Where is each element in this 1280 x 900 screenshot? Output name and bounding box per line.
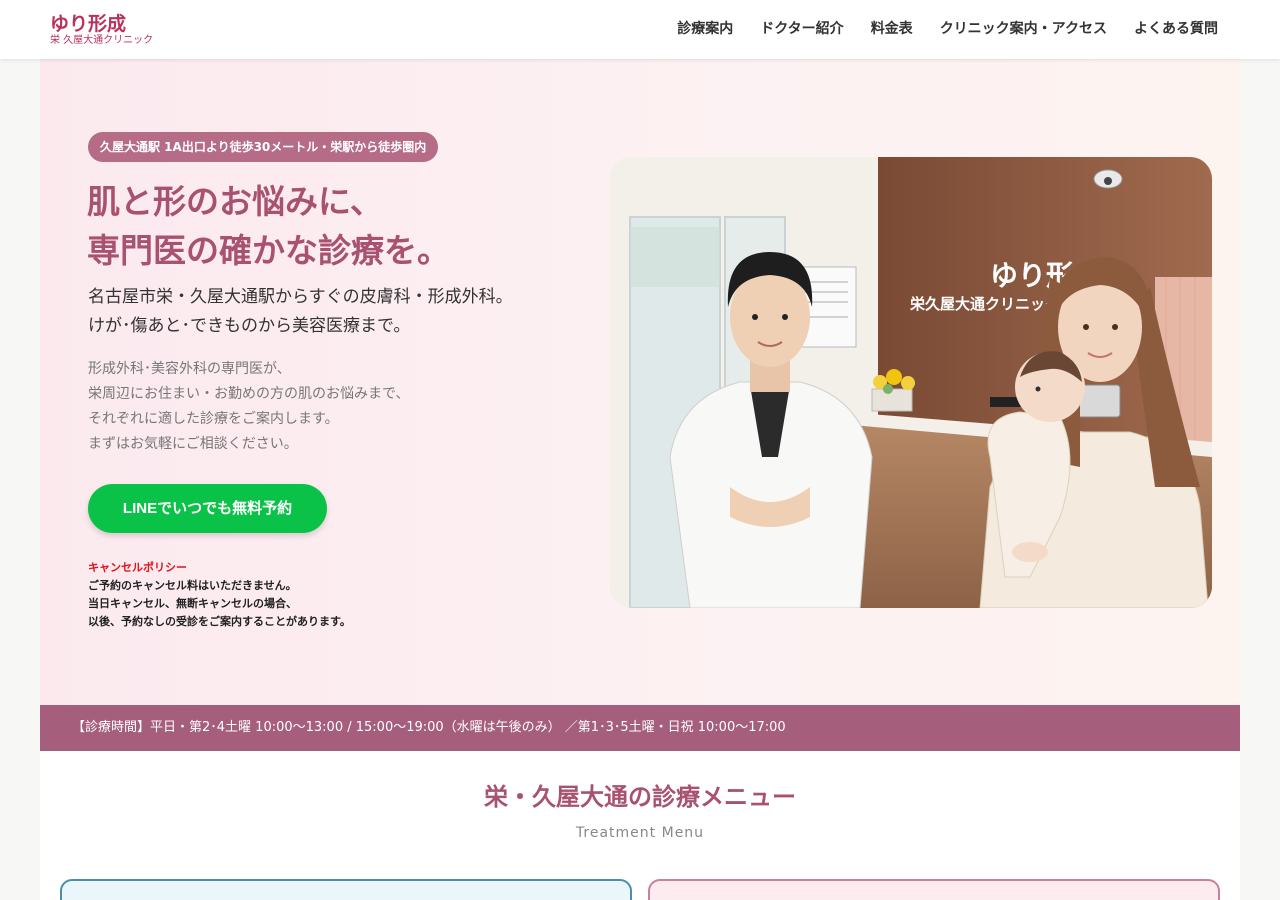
menu-title: 栄・久屋大通の診療メニュー bbox=[484, 783, 796, 811]
nav-item-doctor[interactable]: ドクター紹介 bbox=[760, 20, 843, 38]
nav-item-faq[interactable]: よくある質問 bbox=[1134, 20, 1218, 38]
menu-card-cosmetic[interactable] bbox=[648, 879, 1220, 900]
cancel-policy-line: ご予約のキャンセル料はいただきません。 bbox=[88, 579, 297, 592]
nav-item-price[interactable]: 料金表 bbox=[871, 20, 913, 38]
clinic-sign-sub: 栄久屋大通クリニック bbox=[909, 295, 1060, 313]
hero-title-line: 肌と形のお悩みに、 bbox=[87, 182, 384, 221]
main-nav: 診療案内 ドクター紹介 料金表 クリニック案内・アクセス よくある質問 bbox=[677, 20, 1218, 38]
access-badge: 久屋大通駅 1A出口より徒歩30メートル・栄駅から徒歩圏内 bbox=[88, 132, 439, 162]
clinic-reception-image: ゆり形成 栄久屋大通クリニック bbox=[610, 157, 1212, 608]
hero-title-line: 専門医の確かな診療を。 bbox=[87, 231, 450, 270]
line-reserve-button[interactable]: LINEでいつでも無料予約 bbox=[88, 484, 327, 533]
hero-desc-line: 形成外科･美容外科の専門医が、 bbox=[88, 361, 291, 377]
nav-item-treatment[interactable]: 診療案内 bbox=[677, 20, 733, 38]
menu-card-dermatology[interactable] bbox=[60, 879, 632, 900]
logo-sub-text: 栄 久屋大通クリニック bbox=[50, 35, 154, 46]
hero-desc-line: まずはお気軽にご相談ください。 bbox=[88, 436, 298, 452]
hero-lead: 名古屋市栄・久屋大通駅からすぐの皮膚科・形成外科。 けが･傷あと･できものから美… bbox=[88, 283, 588, 341]
hero-desc-line: 栄周辺にお住まい・お勤めの方の肌のお悩みまで、 bbox=[88, 386, 410, 402]
hero-description: 形成外科･美容外科の専門医が、 栄周辺にお住まい・お勤めの方の肌のお悩みまで、 … bbox=[88, 357, 508, 457]
logo-main-text: ゆり形成 bbox=[50, 13, 127, 35]
hero-section: 久屋大通駅 1A出口より徒歩30メートル・栄駅から徒歩圏内 肌と形のお悩みに、 … bbox=[40, 59, 1240, 705]
treatment-menu-section: 栄・久屋大通の診療メニュー Treatment Menu bbox=[40, 751, 1240, 900]
hero-title: 肌と形のお悩みに、 専門医の確かな診療を。 bbox=[87, 177, 557, 275]
nav-item-access[interactable]: クリニック案内・アクセス bbox=[940, 20, 1107, 38]
clinic-logo[interactable]: ゆり形成 栄 久屋大通クリニック bbox=[50, 13, 154, 48]
hero-lead-line: 名古屋市栄・久屋大通駅からすぐの皮膚科・形成外科。 bbox=[88, 287, 513, 307]
site-header: ゆり形成 栄 久屋大通クリニック 診療案内 ドクター紹介 料金表 クリニック案内… bbox=[0, 0, 1280, 59]
clinic-reception-illustration: ゆり形成 栄久屋大通クリニック bbox=[610, 157, 1212, 608]
clinic-hours-bar: 【診療時間】平日・第2･4土曜 10:00〜13:00 / 15:00〜19:0… bbox=[40, 705, 1240, 751]
menu-subtitle: Treatment Menu bbox=[575, 825, 705, 841]
cancel-policy-line: 以後、予約なしの受診をご案内することがあります。 bbox=[88, 615, 351, 628]
hero-lead-line: けが･傷あと･できものから美容医療まで。 bbox=[88, 316, 411, 336]
hero-desc-line: それぞれに適した診療をご案内します。 bbox=[88, 411, 339, 427]
cancel-policy: キャンセルポリシー ご予約のキャンセル料はいただきません。 当日キャンセル、無断… bbox=[88, 559, 408, 631]
cancel-policy-line: 当日キャンセル、無断キャンセルの場合、 bbox=[88, 597, 297, 610]
cancel-policy-title: キャンセルポリシー bbox=[88, 561, 187, 574]
